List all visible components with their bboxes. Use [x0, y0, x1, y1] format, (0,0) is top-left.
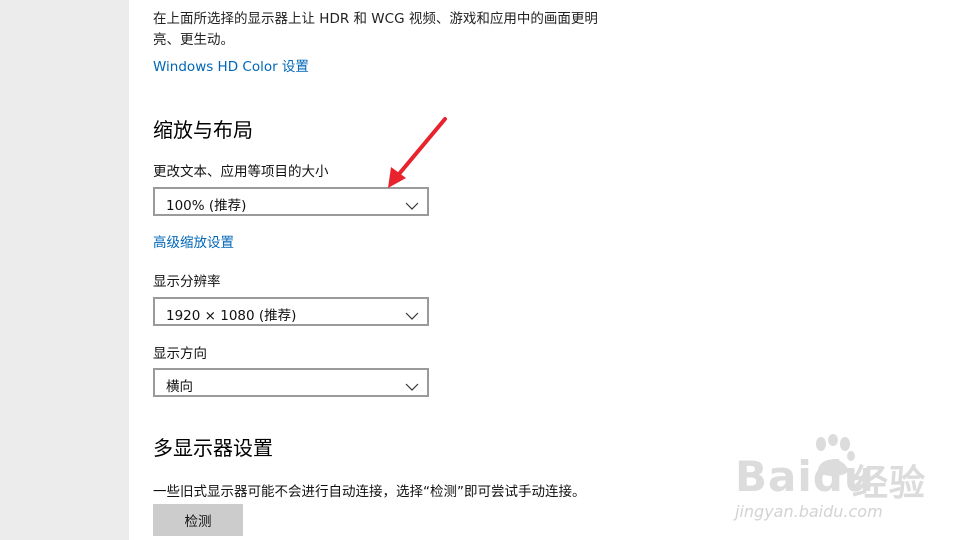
- watermark-url: jingyan.baidu.com: [735, 502, 883, 521]
- chevron-down-icon: [405, 196, 419, 215]
- resolution-value: 1920 × 1080 (推荐): [166, 308, 297, 324]
- text-size-label: 更改文本、应用等项目的大小: [153, 164, 329, 180]
- display-settings-content: 在上面所选择的显示器上让 HDR 和 WCG 视频、游戏和应用中的画面更明亮、更…: [153, 0, 713, 540]
- detect-button[interactable]: 检测: [153, 504, 243, 536]
- multi-display-description: 一些旧式显示器可能不会进行自动连接，选择“检测”即可尝试手动连接。: [153, 484, 586, 500]
- orientation-value: 横向: [166, 379, 193, 395]
- resolution-dropdown[interactable]: 1920 × 1080 (推荐): [153, 297, 429, 326]
- orientation-dropdown[interactable]: 横向: [153, 368, 429, 397]
- baidu-watermark: Baidu 经验 jingyan.baidu.com: [730, 430, 930, 525]
- windows-hd-color-link[interactable]: Windows HD Color 设置: [153, 55, 309, 75]
- chevron-down-icon: [405, 306, 419, 325]
- text-size-value: 100% (推荐): [166, 198, 247, 214]
- scale-layout-heading: 缩放与布局: [153, 118, 253, 142]
- multi-display-heading: 多显示器设置: [153, 436, 273, 460]
- left-sidebar: [0, 0, 129, 540]
- resolution-label: 显示分辨率: [153, 274, 221, 290]
- orientation-label: 显示方向: [153, 346, 207, 362]
- chevron-down-icon: [405, 377, 419, 396]
- hdr-description: 在上面所选择的显示器上让 HDR 和 WCG 视频、游戏和应用中的画面更明亮、更…: [153, 11, 598, 48]
- watermark-brand-cn: 经验: [852, 463, 927, 504]
- annotation-arrow-icon: [388, 117, 447, 188]
- advanced-scaling-link[interactable]: 高级缩放设置: [153, 231, 234, 251]
